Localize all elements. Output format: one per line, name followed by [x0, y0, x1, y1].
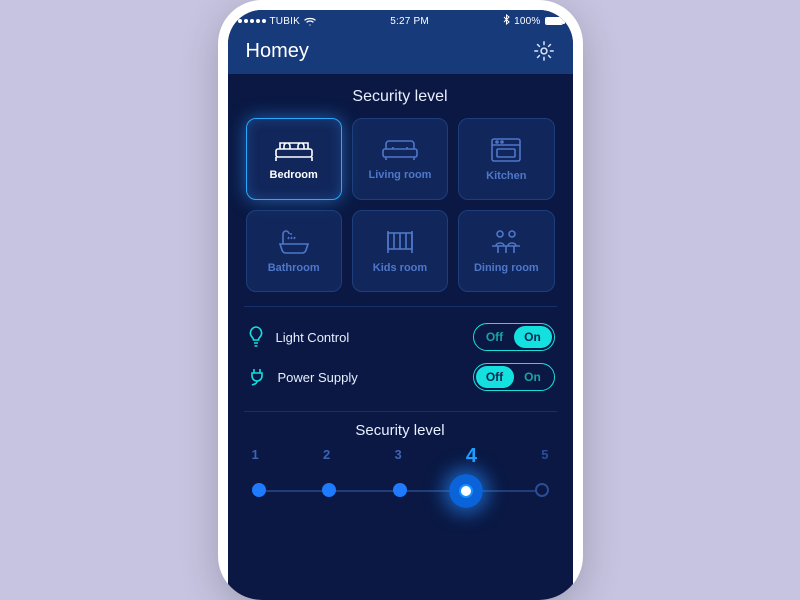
gear-icon — [533, 40, 555, 62]
slider-title: Security level — [246, 422, 555, 439]
slider-numbers: 1 2 3 4 5 — [246, 447, 555, 470]
room-kitchen[interactable]: Kitchen — [458, 118, 554, 200]
room-label: Bedroom — [270, 169, 318, 181]
slider-num-1: 1 — [252, 447, 259, 470]
bluetooth-icon — [503, 14, 510, 28]
battery-icon — [545, 17, 563, 25]
toggle-off: Off — [476, 326, 514, 348]
oven-icon — [489, 136, 523, 164]
power-supply-label: Power Supply — [278, 370, 358, 385]
phone-screen: TUBIK 5:27 PM 100% Homey — [228, 10, 573, 600]
toggle-off: Off — [476, 366, 514, 388]
app-title: Homey — [246, 40, 309, 63]
slider-tick-3[interactable] — [393, 483, 407, 497]
slider-num-3: 3 — [394, 447, 401, 470]
slider-tick-1[interactable] — [252, 483, 266, 497]
signal-dots-icon — [238, 19, 266, 23]
slider-num-5: 5 — [541, 447, 548, 470]
battery-label: 100% — [514, 16, 540, 27]
crib-icon — [384, 228, 416, 256]
lightbulb-icon — [246, 325, 266, 349]
room-living-room[interactable]: Living room — [352, 118, 448, 200]
room-bathroom[interactable]: Bathroom — [246, 210, 342, 292]
power-supply-row: Power Supply Off On — [246, 357, 555, 397]
slider-rail[interactable] — [246, 472, 555, 516]
room-label: Bathroom — [268, 262, 320, 274]
light-control-toggle[interactable]: Off On — [473, 323, 555, 351]
light-control-row: Light Control Off On — [246, 317, 555, 357]
light-control-label: Light Control — [276, 330, 350, 345]
room-bedroom[interactable]: Bedroom — [246, 118, 342, 200]
room-label: Dining room — [474, 262, 539, 274]
room-label: Kids room — [373, 262, 427, 274]
plug-icon — [246, 366, 268, 388]
room-dining-room[interactable]: Dining room — [458, 210, 554, 292]
carrier-label: TUBIK — [270, 16, 300, 27]
slider-num-2: 2 — [323, 447, 330, 470]
status-left: TUBIK — [238, 16, 316, 27]
status-time: 5:27 PM — [390, 16, 429, 27]
power-supply-left: Power Supply — [246, 366, 358, 388]
toggle-on: On — [514, 366, 552, 388]
power-supply-toggle[interactable]: Off On — [473, 363, 555, 391]
divider — [244, 411, 557, 412]
toggle-on: On — [514, 326, 552, 348]
slider-tick-2[interactable] — [322, 483, 336, 497]
slider-num-4: 4 — [466, 445, 477, 468]
slider-thumb[interactable] — [449, 474, 483, 508]
status-bar: TUBIK 5:27 PM 100% — [228, 10, 573, 32]
settings-button[interactable] — [533, 40, 555, 62]
light-control-left: Light Control — [246, 325, 350, 349]
room-kids-room[interactable]: Kids room — [352, 210, 448, 292]
divider — [244, 306, 557, 307]
bed-icon — [274, 137, 314, 163]
status-right: 100% — [503, 14, 562, 28]
security-slider-section: Security level 1 2 3 4 5 — [246, 422, 555, 516]
main-content: Security level Bedroom Living room — [228, 74, 573, 600]
wifi-icon — [304, 17, 316, 26]
sofa-icon — [380, 137, 420, 163]
phone-frame: TUBIK 5:27 PM 100% Homey — [218, 0, 583, 600]
room-label: Living room — [369, 169, 432, 181]
slider-tick-5[interactable] — [535, 483, 549, 497]
room-label: Kitchen — [486, 170, 526, 182]
room-grid: Bedroom Living room Kitchen — [246, 118, 555, 292]
slider-ticks — [246, 472, 555, 516]
title-bar: Homey — [228, 32, 573, 74]
dining-icon — [488, 228, 524, 256]
section-title: Security level — [246, 88, 555, 106]
bathtub-icon — [276, 228, 312, 256]
